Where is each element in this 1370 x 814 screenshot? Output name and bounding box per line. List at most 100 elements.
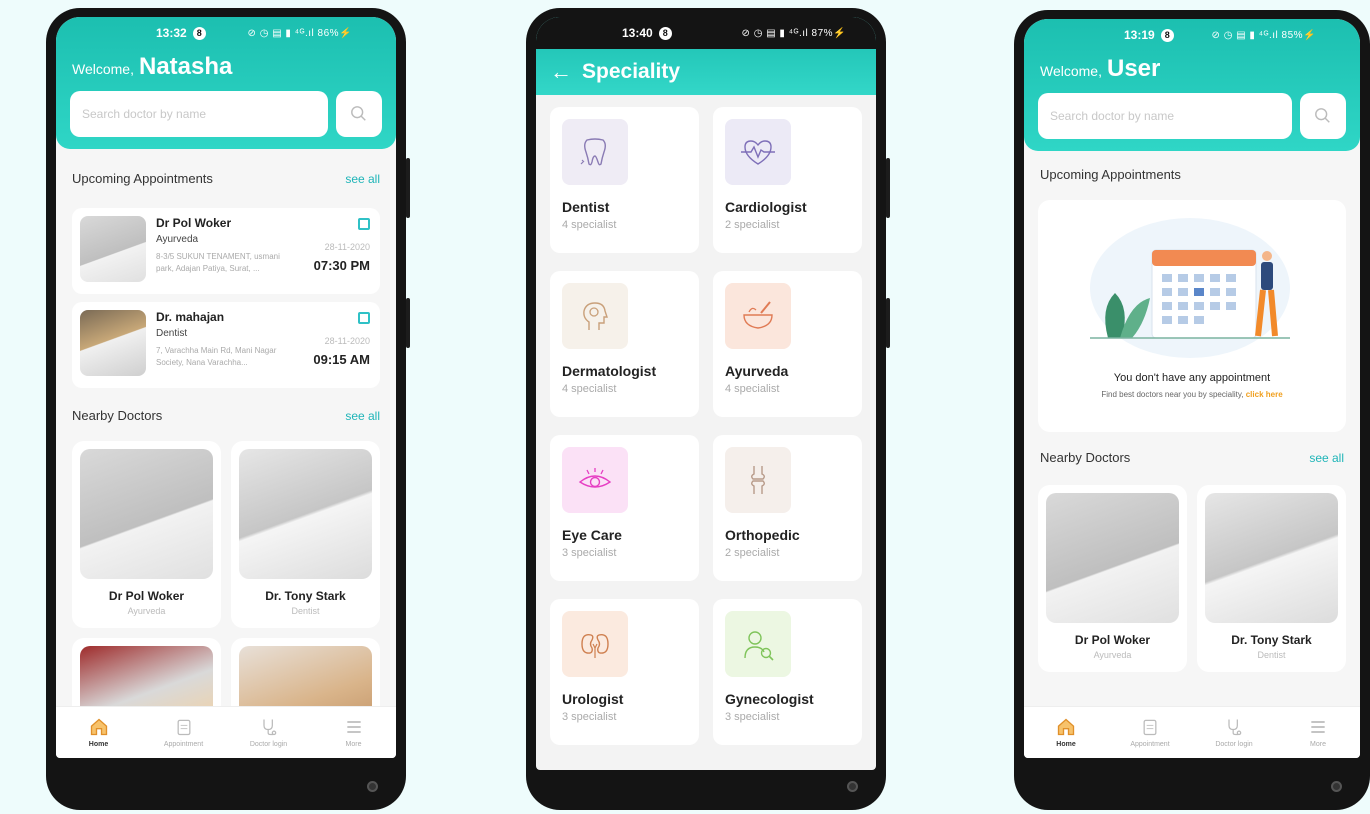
speciality-name: Ayurveda <box>725 363 789 379</box>
status-icons: ⊘ ◷ ▤ ▮ ⁴ᴳ.ıl 85%⚡ <box>1211 29 1316 41</box>
click-here-link[interactable]: click here <box>1246 390 1283 399</box>
header: 13:40 8 ⊘ ◷ ▤ ▮ ⁴ᴳ.ıl 87%⚡ ← Speciality <box>536 17 876 95</box>
speciality-name: Gynecologist <box>725 691 814 707</box>
doctor-name: Dr Pol Woker <box>1074 633 1151 647</box>
nav-appointment[interactable]: Appointment <box>149 717 219 748</box>
nearby-header: Nearby Doctors see all <box>1024 450 1360 465</box>
nav-home[interactable]: Home <box>1031 717 1101 748</box>
nav-label: Appointment <box>1130 741 1170 748</box>
search-input[interactable] <box>1038 93 1292 139</box>
speciality-name: Dentist <box>562 199 610 215</box>
nav-label: More <box>345 741 362 748</box>
speciality-card-urologist[interactable]: Urologist 3 specialist <box>550 599 699 745</box>
doctor-photo <box>80 449 213 579</box>
doctor-name: Dr Pol Woker <box>108 589 185 603</box>
calendar-icon <box>358 312 370 324</box>
section-title: Upcoming Appointments <box>72 171 213 186</box>
section-title: Nearby Doctors <box>72 408 163 423</box>
header: 13:32 8 ⊘ ◷ ▤ ▮ ⁴ᴳ.ıl 86%⚡ Welcome, Nata… <box>56 17 396 149</box>
nav-more[interactable]: More <box>1283 717 1353 748</box>
appointment-address: 7, Varachha Main Rd, Mani Nagar Society,… <box>156 346 277 367</box>
mortar-icon <box>725 283 791 349</box>
status-time: 13:19 8 <box>1124 28 1174 42</box>
empty-subtitle: Find best doctors near you by speciality… <box>1038 390 1346 399</box>
back-arrow-icon[interactable]: ← <box>550 59 572 85</box>
speciality-count: 4 specialist <box>725 383 780 395</box>
search-icon <box>1315 108 1330 123</box>
user-name: User <box>1106 55 1161 82</box>
nav-label: Appointment <box>163 741 204 748</box>
speciality-card-orthopedic[interactable]: Orthopedic 2 specialist <box>713 435 862 581</box>
status-time: 13:32 8 <box>156 26 206 40</box>
eye-icon <box>562 447 628 513</box>
nav-more[interactable]: More <box>319 717 389 748</box>
status-bar: 13:19 8 ⊘ ◷ ▤ ▮ ⁴ᴳ.ıl 85%⚡ <box>1038 19 1346 51</box>
see-all-link[interactable]: see all <box>345 409 380 423</box>
nav-doctor-login[interactable]: Doctor login <box>234 717 304 748</box>
speciality-card-eye-care[interactable]: Eye Care 3 specialist <box>550 435 699 581</box>
status-icons: ⊘ ◷ ▤ ▮ ⁴ᴳ.ıl 87%⚡ <box>741 27 846 39</box>
nav-doctor-login[interactable]: Doctor login <box>1199 717 1269 748</box>
see-all-link[interactable]: see all <box>1309 451 1344 465</box>
empty-title: You don't have any appointment <box>1113 372 1271 384</box>
doctor-card[interactable]: Dr Pol Woker Ayurveda <box>72 441 221 628</box>
status-bar: 13:32 8 ⊘ ◷ ▤ ▮ ⁴ᴳ.ıl 86%⚡ <box>70 17 382 49</box>
speciality-grid: Dentist 4 specialist Cardiologist 2 spec… <box>536 95 876 757</box>
doctor-card[interactable]: Dr Pol Woker Ayurveda <box>1038 485 1187 672</box>
bottom-nav: Home Appointment Doctor login More <box>1024 706 1360 758</box>
upcoming-header: Upcoming Appointments see all <box>56 171 396 186</box>
screen: 13:32 8 ⊘ ◷ ▤ ▮ ⁴ᴳ.ıl 86%⚡ Welcome, Nata… <box>56 17 396 758</box>
section-title: Nearby Doctors <box>1040 450 1131 465</box>
doctor-photo <box>239 449 372 579</box>
speciality-card-dentist[interactable]: Dentist 4 specialist <box>550 107 699 253</box>
doctor-card[interactable]: Dr. Tony Stark Dentist <box>1197 485 1346 672</box>
home-icon <box>90 718 107 736</box>
head-icon <box>562 283 628 349</box>
appointment-card[interactable]: Dr. mahajan Dentist 7, Varachha Main Rd,… <box>72 302 380 388</box>
appointment-info: Dr. mahajan Dentist 7, Varachha Main Rd,… <box>156 310 372 380</box>
speciality-card-dermatologist[interactable]: Dermatologist 4 specialist <box>550 271 699 417</box>
title-row: ← Speciality <box>536 49 876 95</box>
speciality-count: 2 specialist <box>725 219 780 231</box>
search-button[interactable] <box>1300 93 1346 139</box>
nav-label: Doctor login <box>249 741 288 748</box>
speciality-count: 2 specialist <box>725 547 780 559</box>
doctor-name: Dr. mahajan <box>156 310 225 324</box>
nav-label: Home <box>88 741 109 748</box>
search-row <box>1038 93 1346 139</box>
doctor-card[interactable]: Dr. Tony Stark Dentist <box>231 441 380 628</box>
upcoming-header: Upcoming Appointments <box>1024 167 1360 182</box>
status-bar: 13:40 8 ⊘ ◷ ▤ ▮ ⁴ᴳ.ıl 87%⚡ <box>536 17 876 49</box>
calendar-icon <box>358 218 370 230</box>
clipboard-icon <box>1143 719 1157 736</box>
speciality-count: 4 specialist <box>562 383 617 395</box>
camera-dot <box>847 781 858 792</box>
clock: 13:19 <box>1124 28 1155 42</box>
menu-icon <box>1311 721 1325 733</box>
search-button[interactable] <box>336 91 382 137</box>
doctor-speciality: Ayurveda <box>1093 650 1132 660</box>
speciality-name: Orthopedic <box>725 527 800 543</box>
speciality-card-ayurveda[interactable]: Ayurveda 4 specialist <box>713 271 862 417</box>
search-row <box>70 91 382 137</box>
see-all-link[interactable]: see all <box>345 172 380 186</box>
appointment-time: 09:15 AM <box>313 352 370 367</box>
camera-dot <box>367 781 378 792</box>
nav-appointment[interactable]: Appointment <box>1115 717 1185 748</box>
speciality-card-cardiologist[interactable]: Cardiologist 2 specialist <box>713 107 862 253</box>
screen: 13:40 8 ⊘ ◷ ▤ ▮ ⁴ᴳ.ıl 87%⚡ ← Speciality … <box>536 17 876 770</box>
speciality-card-gynecologist[interactable]: Gynecologist 3 specialist <box>713 599 862 745</box>
appointment-card[interactable]: Dr Pol Woker Ayurveda 8-3/5 SUKUN TENAME… <box>72 208 380 294</box>
bottom-nav: Home Appointment Doctor login More <box>56 706 396 758</box>
home-icon <box>1057 718 1075 736</box>
speciality-name: Urologist <box>562 691 624 707</box>
phone-speciality: 13:40 8 ⊘ ◷ ▤ ▮ ⁴ᴳ.ıl 87%⚡ ← Speciality … <box>526 8 890 810</box>
nav-label: More <box>1310 741 1326 748</box>
status-time: 13:40 8 <box>622 26 672 40</box>
header: 13:19 8 ⊘ ◷ ▤ ▮ ⁴ᴳ.ıl 85%⚡ Welcome, User <box>1024 19 1360 151</box>
section-title: Upcoming Appointments <box>1040 167 1181 182</box>
speciality-count: 3 specialist <box>562 711 617 723</box>
nav-home[interactable]: Home <box>64 717 134 748</box>
search-input[interactable] <box>70 91 328 137</box>
doctor-name: Dr. Tony Stark <box>1231 633 1312 647</box>
